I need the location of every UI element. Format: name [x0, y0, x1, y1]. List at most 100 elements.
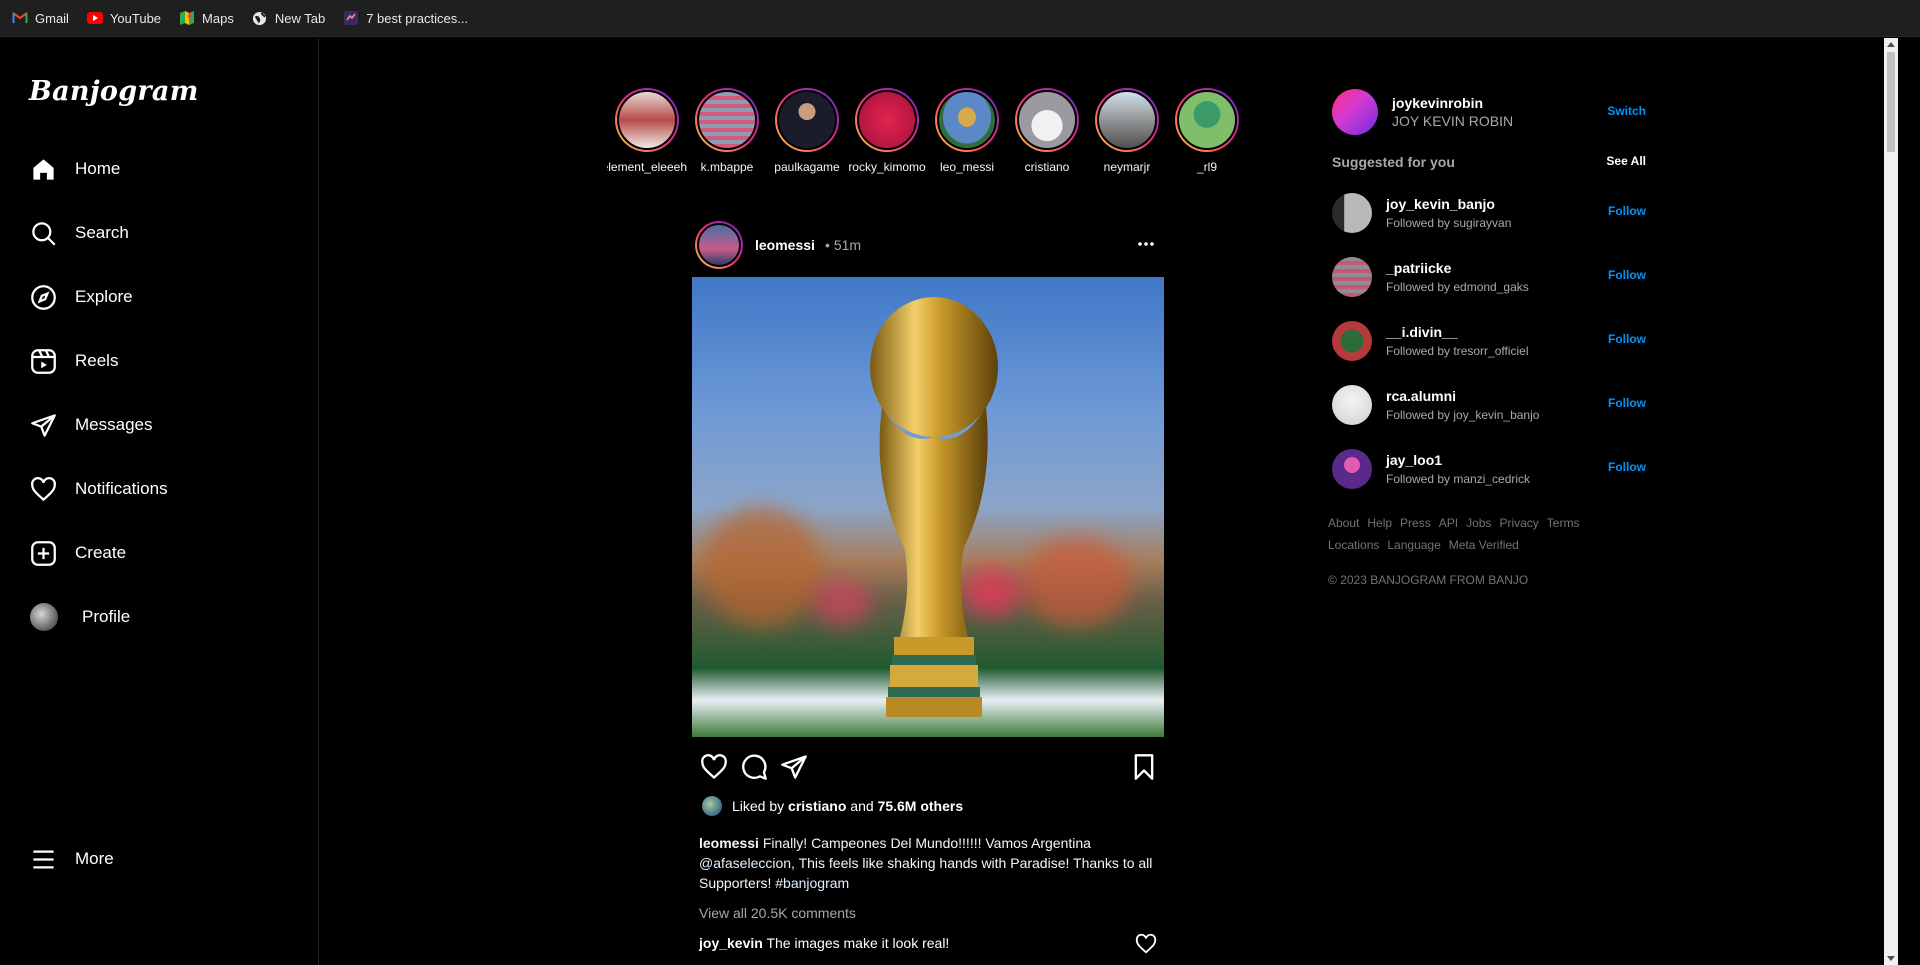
suggestion-item: __i.divin__ Followed by tresorr_officiel … [1332, 319, 1646, 363]
story-username: _rl9 [1196, 160, 1217, 174]
nav-label: Messages [75, 415, 153, 434]
story-item[interactable]: rocky_kimomo [847, 88, 927, 174]
caption-hashtag[interactable]: #banjogram [775, 875, 849, 891]
see-all-button[interactable]: See All [1606, 154, 1646, 170]
post-image[interactable] [692, 277, 1164, 737]
nav-label: Explore [75, 287, 133, 306]
footer-link[interactable]: Locations [1328, 538, 1379, 552]
comment-like-icon[interactable] [1135, 933, 1157, 955]
scroll-down-arrow[interactable] [1887, 956, 1895, 961]
nav-messages[interactable]: Messages [30, 409, 152, 441]
story-item[interactable]: k.mbappe [687, 88, 767, 174]
scrollbar-thumb[interactable] [1887, 52, 1895, 152]
nav-label: Create [75, 543, 127, 562]
nav-more[interactable]: More [30, 843, 114, 875]
plus-square-icon [31, 540, 56, 566]
post-actions [700, 753, 1158, 783]
footer-link[interactable]: Language [1387, 538, 1440, 552]
suggestion-avatar[interactable] [1332, 257, 1372, 297]
liked-count[interactable]: 75.6M others [878, 798, 964, 814]
suggestion-item: joy_kevin_banjo Followed by sugirayvan Fo… [1332, 191, 1646, 235]
bookmark-save-icon[interactable] [1130, 753, 1158, 781]
suggestion-avatar[interactable] [1332, 193, 1372, 233]
post-username[interactable]: leomessi [755, 237, 815, 253]
follow-button[interactable]: Follow [1608, 268, 1646, 282]
story-avatar [777, 90, 837, 150]
footer-link[interactable]: Jobs [1466, 516, 1491, 530]
suggestion-item: _patriicke Followed by edmond_gaks Follow [1332, 255, 1646, 299]
footer-link[interactable]: Meta Verified [1449, 538, 1519, 552]
suggestion-avatar[interactable] [1332, 385, 1372, 425]
suggestion-username[interactable]: __i.divin__ [1386, 324, 1529, 340]
follow-button[interactable]: Follow [1608, 460, 1646, 474]
nav-create[interactable]: Create [30, 537, 126, 569]
story-item[interactable]: neymarjr [1087, 88, 1167, 174]
suggestion-avatar[interactable] [1332, 321, 1372, 361]
bookmark-new-tab[interactable]: New Tab [252, 10, 325, 26]
more-options-icon[interactable] [1137, 235, 1155, 253]
bookmark-label: New Tab [274, 10, 326, 26]
bookmark-youtube[interactable]: YouTube [86, 10, 162, 26]
bookmark-best-practices[interactable]: 7 best practices... [343, 10, 468, 26]
story-item[interactable]: element_eleeeh [607, 88, 687, 174]
footer-link[interactable]: Press [1400, 516, 1431, 530]
story-item[interactable]: _rl9 [1167, 88, 1247, 174]
post-avatar[interactable] [695, 221, 743, 269]
story-item[interactable]: cristiano [1007, 88, 1087, 174]
nav-notifications[interactable]: Notifications [30, 473, 168, 505]
suggestion-username[interactable]: rca.alumni [1386, 388, 1539, 404]
share-icon[interactable] [780, 753, 808, 781]
nav-label: More [75, 849, 114, 868]
nav-explore[interactable]: Explore [30, 281, 133, 313]
suggestion-username[interactable]: jay_loo1 [1386, 452, 1530, 468]
profile-avatar [30, 603, 58, 631]
current-username[interactable]: joykevinrobin [1392, 95, 1513, 111]
suggestion-followed-by: Followed by tresorr_officiel [1386, 344, 1529, 358]
footer-link[interactable]: Help [1367, 516, 1392, 530]
view-comments-link[interactable]: View all 20.5K comments [699, 905, 856, 921]
follow-button[interactable]: Follow [1608, 332, 1646, 346]
footer-link[interactable]: Terms [1547, 516, 1580, 530]
compass-icon [31, 284, 56, 310]
story-avatar [937, 90, 997, 150]
maps-icon [179, 10, 195, 26]
switch-account-button[interactable]: Switch [1607, 104, 1646, 118]
follow-button[interactable]: Follow [1608, 396, 1646, 410]
bookmark-maps[interactable]: Maps [179, 10, 234, 26]
reels-icon [31, 348, 56, 374]
page-scrollbar[interactable] [1884, 38, 1898, 965]
current-fullname: JOY KEVIN ROBIN [1392, 113, 1514, 129]
suggestion-followed-by: Followed by sugirayvan [1386, 216, 1512, 230]
suggestion-username[interactable]: _patriicke [1386, 260, 1529, 276]
like-heart-icon[interactable] [700, 753, 728, 781]
send-icon [31, 413, 56, 437]
footer-link[interactable]: API [1439, 516, 1458, 530]
nav-home[interactable]: Home [30, 153, 120, 185]
bookmark-label: YouTube [109, 10, 162, 26]
caption-username[interactable]: leomessi [699, 835, 759, 851]
nav-profile[interactable]: Profile [30, 601, 130, 633]
caption-mention[interactable]: @afaseleccion [699, 855, 791, 871]
post-header: leomessi • 51m [695, 221, 1161, 269]
nav-search[interactable]: Search [30, 217, 129, 249]
suggestion-avatar[interactable] [1332, 449, 1372, 489]
story-avatar [857, 90, 917, 150]
comment-icon[interactable] [740, 753, 768, 781]
bookmark-gmail[interactable]: Gmail [12, 10, 69, 26]
story-item[interactable]: leo_messi [927, 88, 1007, 174]
footer-link[interactable]: Privacy [1499, 516, 1538, 530]
suggestion-followed-by: Followed by joy_kevin_banjo [1386, 408, 1540, 422]
suggestion-username[interactable]: joy_kevin_banjo [1386, 196, 1511, 212]
liked-user[interactable]: cristiano [788, 798, 846, 814]
nav-reels[interactable]: Reels [30, 345, 118, 377]
menu-icon [33, 850, 54, 868]
footer-link[interactable]: About [1328, 516, 1359, 530]
current-user-avatar[interactable] [1332, 89, 1378, 135]
story-item[interactable]: paulkagame [767, 88, 847, 174]
scroll-up-arrow[interactable] [1887, 42, 1895, 47]
comment-username[interactable]: joy_kevin [699, 935, 763, 951]
nav-label: Home [75, 159, 121, 178]
nav-label: Notifications [75, 479, 168, 498]
app-logo[interactable]: Banjogram [29, 76, 199, 107]
follow-button[interactable]: Follow [1608, 204, 1646, 218]
